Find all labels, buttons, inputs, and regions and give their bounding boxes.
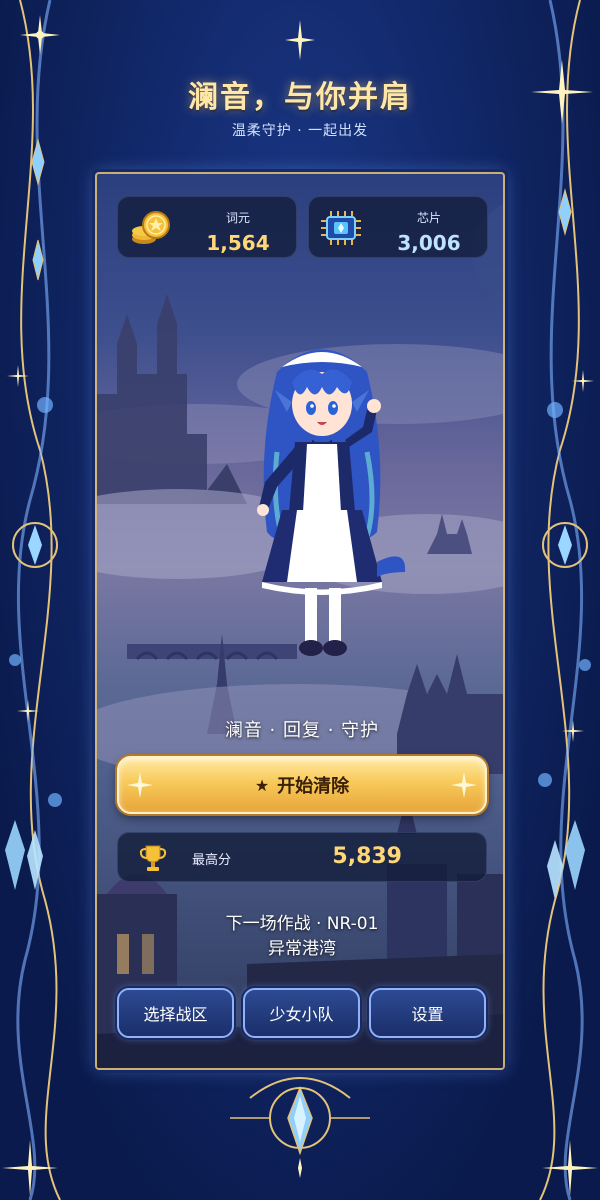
page-subtitle: 温柔守护 · 一起出发 [231,123,369,139]
game-main-panel: 词元 1,564 芯片 3,006 澜音 · 回复 · 守护 ★ 开始清除 最高… [95,172,505,1070]
trophy-icon [139,845,167,871]
chip-icon [321,211,361,245]
start-clear-label: 开始清除 [277,776,350,797]
top-star-ornament [285,20,315,60]
best-score-label: 最高分 [192,853,232,868]
settings-button[interactable]: 设置 [369,988,486,1038]
star-icon: ★ [254,775,270,795]
sparkle-icon [127,772,153,798]
currency-chips-label: 芯片 [416,211,441,225]
currency-words-value: 1,564 [206,231,270,255]
best-score-display: 最高分 5,839 [117,832,487,882]
left-ornament-decoration [2,0,62,1200]
currency-words-label: 词元 [225,211,250,225]
currency-words-display: 词元 1,564 [117,196,297,258]
currency-chips-value: 3,006 [397,231,461,255]
squad-button[interactable]: 少女小队 [243,988,360,1038]
start-clear-button[interactable]: ★ 开始清除 [117,756,487,814]
character-lanyin-illustration[interactable] [237,332,407,672]
right-ornament-decoration [531,0,598,1200]
next-battle-area: 异常港湾 [268,939,336,959]
page-title: 澜音，与你并肩 [188,80,412,115]
sparkle-icon [451,772,477,798]
next-battle-info: 下一场作战 · NR-01 [225,914,379,934]
crystal-crest-ornament [230,1077,370,1178]
gold-coins-icon [132,211,170,244]
currency-chips-display: 芯片 3,006 [308,196,488,258]
character-tagline: 澜音 · 回复 · 守护 [224,720,380,741]
best-score-value: 5,839 [332,844,402,869]
select-zone-button[interactable]: 选择战区 [117,988,234,1038]
